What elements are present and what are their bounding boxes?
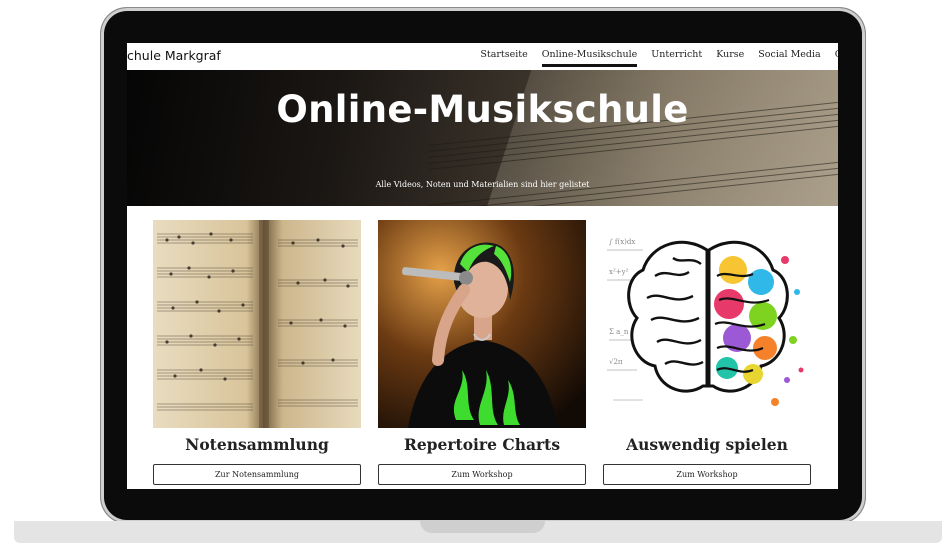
- svg-text:x²+y²: x²+y²: [609, 268, 629, 276]
- page-subtitle: Alle Videos, Noten und Materialien sind …: [375, 180, 590, 189]
- svg-text:√2π: √2π: [609, 358, 623, 366]
- svg-text:∫ f(x)dx: ∫ f(x)dx: [609, 238, 635, 246]
- hero-banner: Online-Musikschule Alle Videos, Noten un…: [127, 70, 838, 206]
- nav-menu: Startseite Online-Musikschule Unterricht…: [480, 49, 838, 67]
- nav-item-truncated[interactable]: C: [835, 49, 838, 65]
- page-title: Online-Musikschule: [276, 88, 689, 131]
- nav-item-startseite[interactable]: Startseite: [480, 49, 527, 65]
- brain-illustration-image[interactable]: ∫ f(x)dx x²+y² Σ a_n √2π: [603, 220, 811, 428]
- card-title: Auswendig spielen: [626, 435, 788, 454]
- nav-item-kurse[interactable]: Kurse: [716, 49, 744, 65]
- nav-item-social-media[interactable]: Social Media: [758, 49, 820, 65]
- card-title: Repertoire Charts: [403, 435, 561, 454]
- nav-item-online-musikschule[interactable]: Online-Musikschule: [541, 49, 637, 67]
- laptop-base-notch: [420, 521, 545, 533]
- site-brand[interactable]: chule Markgraf: [127, 48, 221, 63]
- svg-text:Σ a_n: Σ a_n: [609, 328, 629, 336]
- nav-item-unterricht[interactable]: Unterricht: [651, 49, 702, 65]
- singer-image[interactable]: [378, 220, 586, 428]
- zum-workshop-button[interactable]: Zum Workshop: [378, 464, 586, 485]
- zur-notensammlung-button[interactable]: Zur Notensammlung: [153, 464, 361, 485]
- sheet-music-book-image[interactable]: [153, 220, 361, 428]
- top-navigation: chule Markgraf Startseite Online-Musiksc…: [127, 43, 838, 70]
- zum-workshop-button[interactable]: Zum Workshop: [603, 464, 811, 485]
- website-screen: chule Markgraf Startseite Online-Musiksc…: [127, 43, 838, 489]
- card-title: Notensammlung: [185, 435, 329, 454]
- card-grid: Notensammlung Zur Notensammlung Repertoi…: [127, 220, 838, 489]
